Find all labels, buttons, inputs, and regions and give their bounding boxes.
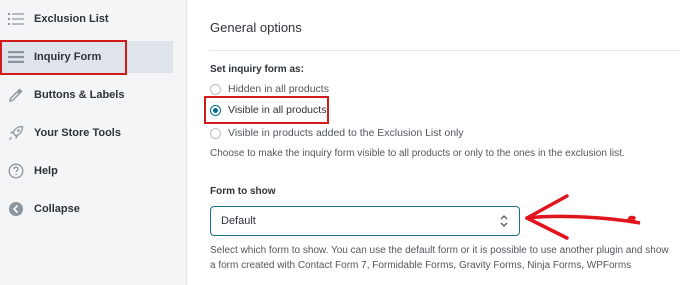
sidebar-item-buttons-labels[interactable]: Buttons & Labels — [0, 79, 173, 111]
radio-label: Hidden in all products — [228, 83, 329, 95]
sidebar-collapse[interactable]: Collapse — [0, 193, 173, 225]
list-icon — [7, 10, 25, 28]
sidebar-item-inquiry-form[interactable]: Inquiry Form — [0, 41, 173, 73]
question-icon — [7, 162, 25, 180]
radio-label: Visible in all products — [228, 104, 327, 116]
radio-button[interactable] — [210, 83, 221, 95]
inquiry-section-label: Set inquiry form as: — [210, 64, 304, 75]
radio-visible-exclusion[interactable]: Visible in products added to the Exclusi… — [210, 125, 464, 141]
sidebar-item-help[interactable]: Help — [0, 155, 173, 187]
rocket-icon — [7, 124, 25, 142]
form-icon — [7, 48, 25, 66]
radio-hidden-all[interactable]: Hidden in all products — [210, 81, 329, 97]
sidebar-item-label: Inquiry Form — [34, 51, 102, 63]
radio-label: Visible in products added to the Exclusi… — [228, 127, 464, 139]
form-select[interactable]: Default — [210, 206, 520, 236]
sidebar-item-label: Exclusion List — [34, 13, 109, 25]
annotation-arrow-icon — [525, 194, 641, 240]
radio-button[interactable] — [210, 127, 221, 139]
inquiry-help-text: Choose to make the inquiry form visible … — [210, 148, 625, 159]
sidebar-item-label: Your Store Tools — [34, 127, 121, 139]
form-help-line2: a form created with Contact Form 7, Form… — [210, 260, 632, 271]
sidebar-item-exclusion-list[interactable]: Exclusion List — [0, 3, 173, 35]
sidebar-item-label: Collapse — [34, 203, 80, 215]
main-panel: General options Set inquiry form as: Hid… — [187, 0, 680, 285]
select-value: Default — [221, 215, 256, 227]
sidebar-item-store-tools[interactable]: Your Store Tools — [0, 117, 173, 149]
radio-visible-all[interactable]: Visible in all products — [210, 102, 326, 118]
sidebar-item-label: Help — [34, 165, 58, 177]
divider — [210, 50, 680, 51]
radio-button[interactable] — [210, 104, 221, 116]
sidebar: Exclusion List Inquiry Form Buttons & La… — [0, 0, 187, 285]
chevron-updown-icon — [500, 215, 508, 227]
page-title: General options — [210, 20, 302, 35]
form-section-label: Form to show — [210, 186, 276, 197]
collapse-icon — [7, 200, 25, 218]
form-help-line1: Select which form to show. You can use t… — [210, 245, 669, 256]
sidebar-item-label: Buttons & Labels — [34, 89, 125, 101]
eyedropper-icon — [7, 86, 25, 104]
